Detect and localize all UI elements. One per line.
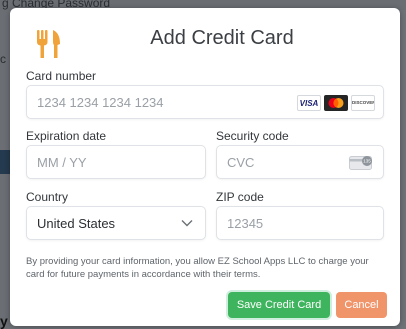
modal-title: Add Credit Card xyxy=(150,27,294,49)
security-code-placeholder: CVC xyxy=(227,155,255,170)
chevron-down-icon xyxy=(181,220,193,227)
save-credit-card-button[interactable]: Save Credit Card xyxy=(228,292,330,318)
background-page-band xyxy=(0,150,10,174)
card-number-placeholder: 1234 1234 1234 1234 xyxy=(37,95,164,110)
background-page-mark: y xyxy=(0,313,8,329)
visa-icon: VISA xyxy=(297,95,321,111)
discover-icon: DISCOVER xyxy=(351,95,375,111)
background-page-text: c xyxy=(0,52,6,66)
security-code-label: Security code xyxy=(216,129,289,143)
payment-disclaimer: By providing your card information, you … xyxy=(26,256,369,280)
expiration-date-field[interactable]: MM / YY xyxy=(26,145,206,179)
country-label: Country xyxy=(26,190,69,204)
card-number-label: Card number xyxy=(26,69,97,83)
zip-code-field[interactable]: 12345 xyxy=(216,206,384,240)
country-value: United States xyxy=(37,216,116,231)
mastercard-icon xyxy=(324,95,348,111)
country-select[interactable]: United States xyxy=(26,206,206,240)
add-credit-card-modal: Add Credit Card Card number 1234 1234 12… xyxy=(10,8,400,326)
card-number-field[interactable]: 1234 1234 1234 1234 VISA DISCOVER xyxy=(26,85,384,119)
security-code-field[interactable]: CVC 135 xyxy=(216,145,384,179)
zip-code-placeholder: 12345 xyxy=(227,216,264,231)
expiration-date-label: Expiration date xyxy=(26,129,107,143)
card-brands: VISA DISCOVER xyxy=(297,95,375,111)
cvc-card-icon: 135 xyxy=(349,156,372,170)
zip-code-label: ZIP code xyxy=(216,190,264,204)
expiration-date-placeholder: MM / YY xyxy=(37,155,87,170)
svg-text:135: 135 xyxy=(363,159,371,164)
cancel-button[interactable]: Cancel xyxy=(336,292,387,318)
